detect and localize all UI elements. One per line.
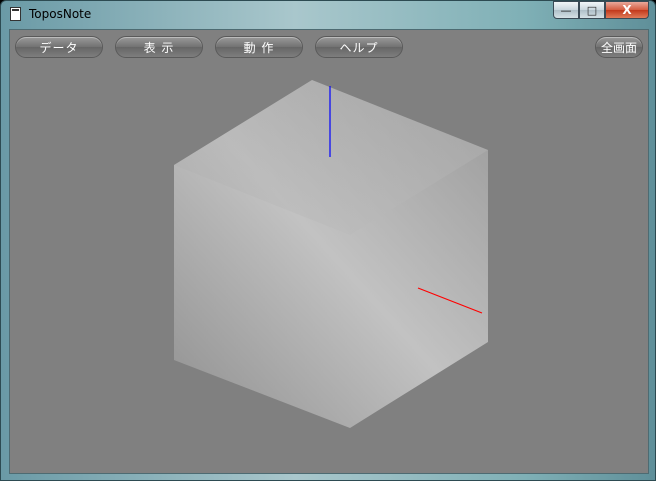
maximize-icon: □ <box>586 3 598 17</box>
fullscreen-button[interactable]: 全画面 <box>595 36 643 58</box>
view-menu-button[interactable]: 表 示 <box>115 36 203 58</box>
action-menu-button[interactable]: 動 作 <box>215 36 303 58</box>
cube <box>174 80 488 428</box>
3d-viewport[interactable]: データ 表 示 動 作 ヘルプ 全画面 <box>9 29 649 474</box>
minimize-button[interactable]: — <box>553 1 579 19</box>
data-menu-button[interactable]: データ <box>15 36 103 58</box>
caption-buttons: — □ X <box>553 1 649 21</box>
app-window: ToposNote — □ X データ 表 示 動 作 ヘルプ 全画面 <box>0 0 656 481</box>
help-menu-button[interactable]: ヘルプ <box>315 36 403 58</box>
minimize-icon: — <box>560 3 572 17</box>
title-bar[interactable]: ToposNote — □ X <box>1 1 655 29</box>
close-icon: X <box>622 3 632 17</box>
window-title: ToposNote <box>29 7 92 21</box>
app-icon <box>10 7 21 21</box>
scene-canvas[interactable] <box>10 30 649 474</box>
maximize-button[interactable]: □ <box>579 1 605 19</box>
close-button[interactable]: X <box>605 1 649 19</box>
